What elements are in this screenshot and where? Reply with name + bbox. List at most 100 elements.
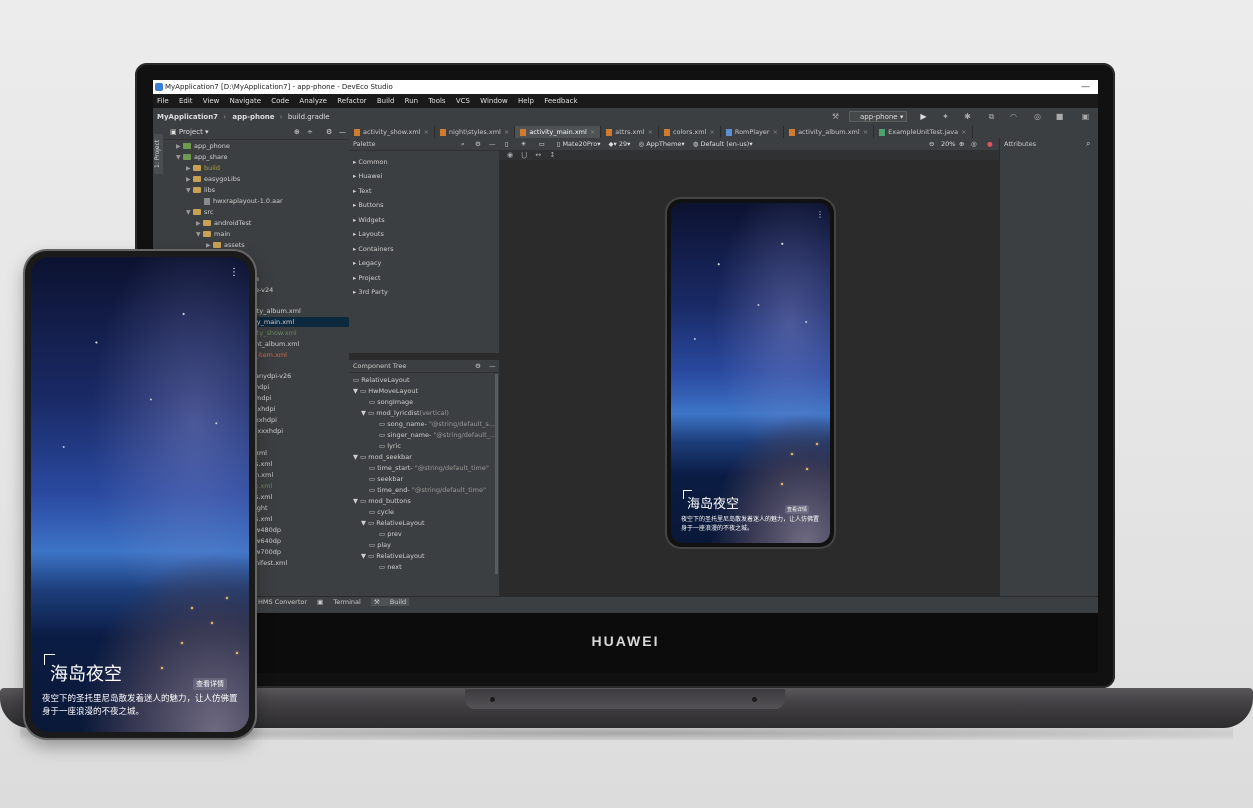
component-node[interactable]: ▭ time_start- "@string/default_time" (369, 464, 489, 472)
menu-edit[interactable]: Edit (179, 97, 193, 105)
zoom-fit-icon[interactable]: ◎ (971, 138, 977, 150)
tree-item[interactable]: s.xml (255, 514, 272, 524)
tab-hms-convertor[interactable]: HMS Convertor (258, 598, 307, 606)
tab-build[interactable]: ⚒ Build (370, 598, 410, 606)
apply-changes-icon[interactable]: ✦ (941, 112, 950, 121)
search-icon[interactable]: ⌕ (461, 138, 465, 150)
tree-item[interactable]: ity_show.xml (255, 328, 297, 338)
tab-romplayer[interactable]: RomPlayer × (721, 126, 785, 138)
component-node[interactable]: ▼ ▭ mod_buttons (353, 497, 411, 505)
minimize-button[interactable]: — (1081, 80, 1090, 94)
orientation-icon[interactable]: ▯ (505, 140, 509, 148)
tree-item[interactable]: anydpi-v26 (255, 371, 291, 381)
tree-item[interactable]: w480dp (255, 525, 281, 535)
palette-category-containers[interactable]: ▸ Containers (353, 245, 394, 253)
api-select[interactable]: ◆▾ 29▾ (609, 140, 631, 148)
menu-tools[interactable]: Tools (428, 97, 445, 105)
baseline-icon[interactable]: ↕ (549, 151, 555, 159)
locate-icon[interactable]: ⊕ (294, 126, 300, 139)
component-node[interactable]: ▼ ▭ HwMoveLayout (353, 387, 418, 395)
tree-item[interactable]: w700dp (255, 547, 281, 557)
stop-icon[interactable]: ■ (1055, 112, 1064, 121)
settings-gear-icon[interactable]: ⚙ (326, 126, 332, 139)
tab-activity-album[interactable]: activity_album.xml × (784, 126, 875, 138)
scrollbar[interactable] (495, 374, 498, 574)
run-config-select[interactable]: app-phone ▾ (849, 111, 907, 122)
tree-item[interactable]: xml (255, 448, 267, 458)
tab-attrs[interactable]: attrs.xml × (601, 126, 659, 138)
layout-preview-device[interactable]: ⋮ 海岛夜空 查看详情 夜空下的圣托里尼岛散发着迷人的魅力，让人仿佛置身于一座浪… (667, 199, 834, 547)
tree-item[interactable]: ▶ easygoLibs (186, 174, 240, 185)
tree-item[interactable]: nifest.xml (255, 558, 287, 568)
locale-select[interactable]: ◍ Default (en-us)▾ (693, 140, 753, 148)
magnet-icon[interactable]: ⋃ (521, 151, 527, 159)
component-node[interactable]: ▼ ▭ mod_seekbar (353, 453, 412, 461)
palette-category-huawei[interactable]: ▸ Huawei (353, 172, 382, 180)
menu-code[interactable]: Code (271, 97, 289, 105)
more-options-icon[interactable]: ⋮ (816, 211, 824, 219)
component-node[interactable]: ▭ songImage (369, 398, 413, 406)
tree-item[interactable]: -xxxhdpi (255, 426, 283, 436)
close-icon[interactable]: × (863, 128, 868, 136)
component-node[interactable]: ▭ RelativeLayout (353, 376, 410, 384)
project-view-select[interactable]: Project (179, 128, 203, 136)
tree-item[interactable]: ight (255, 503, 268, 513)
palette-category-project[interactable]: ▸ Project (353, 274, 381, 282)
breadcrumb-file[interactable]: build.gradle (288, 113, 330, 121)
close-icon[interactable]: × (773, 128, 778, 136)
menu-window[interactable]: Window (480, 97, 508, 105)
attach-debugger-icon[interactable]: ⧉ (987, 112, 996, 121)
tree-item[interactable]: _item.xml (255, 350, 287, 360)
settings-gear-icon[interactable]: ⚙ (475, 138, 481, 150)
tree-item[interactable]: ▼ app_share (176, 152, 228, 163)
breadcrumb-project[interactable]: MyApplication7 (157, 113, 218, 121)
close-icon[interactable]: × (709, 128, 714, 136)
tree-item[interactable]: e (255, 274, 259, 284)
menu-file[interactable]: File (157, 97, 169, 105)
tab-example-unit-test[interactable]: ExampleUnitTest.java × (874, 126, 973, 138)
tab-activity-main[interactable]: activity_main.xml × (515, 126, 602, 138)
component-node[interactable]: ▼ ▭ mod_lyricdist(vertical) (361, 409, 449, 417)
tree-item[interactable]: w640dp (255, 536, 281, 546)
collapse-icon[interactable]: ÷ (307, 126, 313, 139)
hammer-icon[interactable]: ⚒ (831, 112, 840, 121)
tree-item[interactable]: ▼ libs (186, 185, 215, 196)
component-node[interactable]: ▭ cycle (369, 508, 394, 516)
tab-colors[interactable]: colors.xml × (659, 126, 721, 138)
breadcrumb-module[interactable]: app-phone (232, 113, 274, 121)
tree-item[interactable]: ▼ src (186, 207, 214, 218)
component-node[interactable]: ▭ play (369, 541, 391, 549)
palette-category-text[interactable]: ▸ Text (353, 187, 372, 195)
tree-item[interactable]: ▼ main (196, 229, 230, 240)
palette-category-3rd-party[interactable]: ▸ 3rd Party (353, 288, 388, 296)
night-mode-icon[interactable]: ☀ (521, 140, 527, 148)
tree-item[interactable]: mdpi (255, 393, 271, 403)
close-icon[interactable]: × (647, 128, 652, 136)
menu-feedback[interactable]: Feedback (544, 97, 577, 105)
device-manager-icon[interactable]: ▣ (1081, 112, 1090, 121)
debug-icon[interactable]: ✱ (963, 112, 972, 121)
eye-icon[interactable]: ◉ (507, 151, 513, 159)
hide-panel-icon[interactable]: — (339, 126, 346, 139)
tree-item[interactable]: s.xml (255, 459, 272, 469)
menu-refactor[interactable]: Refactor (337, 97, 366, 105)
close-icon[interactable]: × (590, 128, 595, 136)
run-icon[interactable]: ▶ (919, 112, 928, 121)
tab-night-styles[interactable]: night\styles.xml × (435, 126, 516, 138)
tab-terminal[interactable]: ▣ Terminal (317, 598, 361, 606)
theme-select[interactable]: ◎ AppTheme▾ (638, 140, 684, 148)
tree-item[interactable]: -xhdpi (255, 404, 275, 414)
device-select[interactable]: ▯ Mate20Pro▾ (557, 140, 601, 148)
hide-panel-icon[interactable]: — (489, 138, 496, 150)
tree-item[interactable]: ▶ build (186, 163, 220, 174)
search-icon[interactable]: ⌕ (1086, 139, 1090, 149)
menu-navigate[interactable]: Navigate (230, 97, 261, 105)
tree-item[interactable]: ▶ assets (206, 240, 245, 251)
settings-gear-icon[interactable]: ⚙ (475, 360, 481, 372)
palette-category-legacy[interactable]: ▸ Legacy (353, 259, 381, 267)
menu-run[interactable]: Run (405, 97, 418, 105)
error-icon[interactable]: ● (987, 138, 993, 150)
layout-icon[interactable]: ▭ (539, 140, 545, 148)
menu-vcs[interactable]: VCS (456, 97, 470, 105)
more-options-icon[interactable]: ⋮ (229, 268, 239, 278)
